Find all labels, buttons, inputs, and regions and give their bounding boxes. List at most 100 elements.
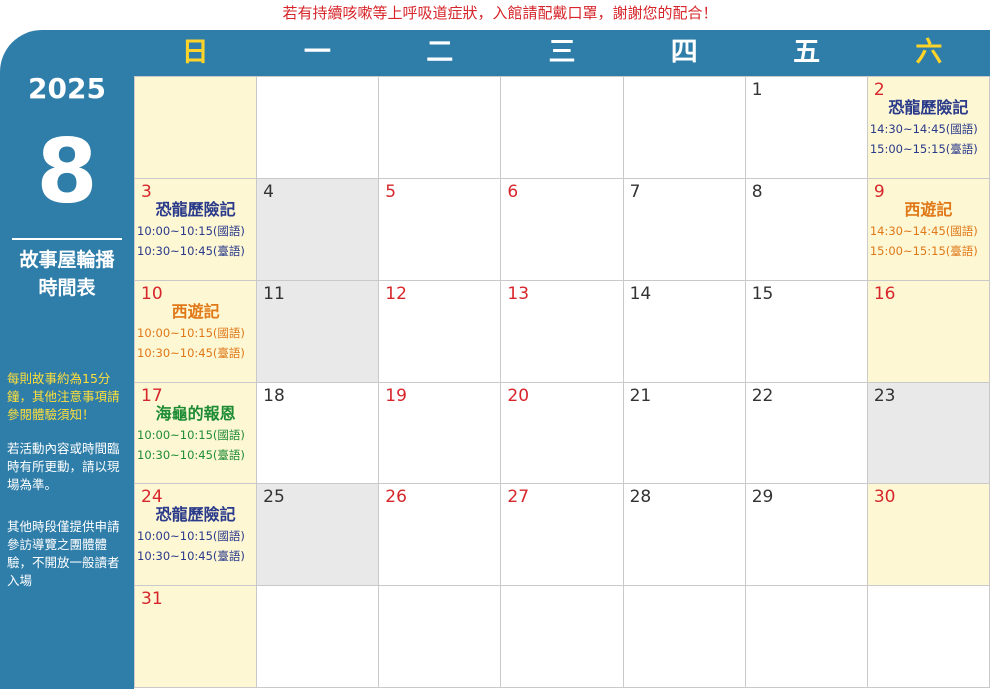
day-cell (623, 586, 746, 688)
day-cell: 27 (501, 484, 624, 587)
day-cell: 5 (379, 178, 502, 281)
day-cell (257, 586, 380, 688)
day-cell (501, 586, 624, 688)
day-cell: 24 恐龍歷險記 10:00~10:15(國語) 10:30~10:45(臺語) (135, 484, 258, 587)
weekday-header: 日一二三四五六 (134, 30, 990, 76)
day-cell: 14 (623, 280, 746, 383)
day-cell: 4 (257, 178, 380, 281)
day-number: 21 (629, 385, 652, 406)
day-number: 14 (629, 283, 652, 304)
weekday-6: 六 (915, 37, 943, 68)
day-cell: 7 (623, 178, 746, 281)
session-time: 10:00~10:15(國語) (137, 427, 245, 442)
schedule-title-line1: 故事屋輪播 (19, 249, 115, 271)
session-time: 10:30~10:45(臺語) (137, 549, 245, 564)
sidebar-divider (12, 238, 122, 240)
day-number: 5 (385, 181, 397, 202)
day-cell: 17 海龜的報恩 10:00~10:15(國語) 10:30~10:45(臺語) (135, 382, 258, 485)
day-number: 29 (751, 487, 774, 508)
day-cell: 6 (501, 178, 624, 281)
calendar-grid: 1 2 恐龍歷險記 14:30~14:45(國語) 15:00~15:15(臺語) 3 恐龍… (134, 76, 990, 688)
day-number: 30 (873, 487, 896, 508)
weekday-5: 五 (793, 37, 821, 68)
day-number: 28 (629, 487, 652, 508)
story-title: 恐龍歷險記 (155, 199, 236, 219)
day-cell: 30 (867, 484, 990, 587)
story-event: 海龜的報恩 10:00~10:15(國語) 10:30~10:45(臺語) (135, 403, 256, 465)
duration-note: 每則故事約為15分鐘，其他注意事項請參閱體驗須知！ (7, 371, 120, 422)
day-cell (745, 586, 868, 688)
day-number: 15 (751, 283, 774, 304)
day-number: 27 (507, 487, 530, 508)
day-number: 13 (507, 283, 530, 304)
story-title: 海龜的報恩 (155, 403, 236, 423)
day-number: 23 (873, 385, 896, 406)
schedule-title-line2: 時間表 (38, 277, 96, 299)
day-cell: 12 (379, 280, 502, 383)
day-cell: 18 (257, 382, 380, 485)
day-cell: 20 (501, 382, 624, 485)
day-cell: 29 (745, 484, 868, 587)
group-note: 其他時段僅提供申請參訪導覽之團體體驗，不開放一般讀者入場 (7, 519, 120, 588)
day-cell (379, 586, 502, 688)
day-cell: 23 (867, 382, 990, 485)
day-cell: 25 (257, 484, 380, 587)
weekday-0: 日 (181, 37, 209, 68)
day-cell (135, 77, 258, 179)
day-cell (501, 77, 624, 179)
day-number: 16 (873, 283, 896, 304)
session-time: 10:30~10:45(臺語) (137, 345, 245, 360)
day-cell: 13 (501, 280, 624, 383)
story-event: 恐龍歷險記 14:30~14:45(國語) 15:00~15:15(臺語) (868, 97, 989, 159)
day-cell: 8 (745, 178, 868, 281)
day-number: 1 (751, 80, 763, 100)
day-cell: 22 (745, 382, 868, 485)
weekday-3: 三 (548, 37, 576, 68)
session-time: 14:30~14:45(國語) (869, 223, 978, 238)
story-title: 恐龍歷險記 (155, 505, 236, 525)
session-time: 10:30~10:45(臺語) (137, 243, 245, 258)
day-number: 22 (751, 385, 774, 406)
day-number: 31 (141, 589, 163, 610)
day-cell: 16 (867, 280, 990, 383)
weekday-1: 一 (303, 37, 331, 68)
change-note: 若活動內容或時間臨時有所更動，請以現場為準。 (7, 441, 120, 492)
story-title: 西遊記 (904, 199, 953, 219)
day-cell: 31 (135, 586, 258, 688)
day-number: 8 (751, 181, 763, 202)
day-cell (867, 586, 990, 688)
story-event: 恐龍歷險記 10:00~10:15(國語) 10:30~10:45(臺語) (135, 199, 256, 261)
day-number: 11 (263, 283, 285, 304)
story-event: 西遊記 10:00~10:15(國語) 10:30~10:45(臺語) (135, 301, 256, 363)
session-time: 10:00~10:15(國語) (137, 529, 245, 544)
session-time: 15:00~15:15(臺語) (869, 243, 978, 258)
day-cell: 19 (379, 382, 502, 485)
weekday-2: 二 (426, 37, 454, 68)
day-number: 6 (507, 181, 519, 202)
year-label: 2025 (28, 72, 106, 105)
schedule-title: 故事屋輪播 時間表 (0, 246, 134, 302)
session-time: 10:30~10:45(臺語) (137, 447, 245, 462)
day-cell: 26 (379, 484, 502, 587)
day-number: 26 (385, 487, 407, 508)
sidebar-panel: 2025 8 故事屋輪播 時間表 每則故事約為15分鐘，其他注意事項請參閱體驗須… (0, 30, 134, 689)
day-number: 25 (263, 487, 285, 508)
story-event: 恐龍歷險記 10:00~10:15(國語) 10:30~10:45(臺語) (135, 504, 256, 566)
day-cell (257, 77, 380, 179)
day-cell: 11 (257, 280, 380, 383)
day-number: 18 (263, 385, 285, 406)
day-cell: 1 (745, 77, 868, 179)
day-cell: 2 恐龍歷險記 14:30~14:45(國語) 15:00~15:15(臺語) (867, 77, 990, 179)
session-time: 10:00~10:15(國語) (137, 223, 245, 238)
day-cell: 10 西遊記 10:00~10:15(國語) 10:30~10:45(臺語) (135, 280, 258, 383)
session-time: 14:30~14:45(國語) (869, 122, 978, 136)
story-title: 西遊記 (171, 301, 220, 321)
day-cell: 3 恐龍歷險記 10:00~10:15(國語) 10:30~10:45(臺語) (135, 178, 258, 281)
story-event: 西遊記 14:30~14:45(國語) 15:00~15:15(臺語) (868, 199, 989, 261)
month-number: 8 (36, 120, 98, 223)
day-cell: 9 西遊記 14:30~14:45(國語) 15:00~15:15(臺語) (867, 178, 990, 281)
day-number: 7 (629, 181, 641, 202)
day-number: 20 (507, 385, 530, 406)
day-number: 19 (385, 385, 407, 406)
day-cell (623, 77, 746, 179)
